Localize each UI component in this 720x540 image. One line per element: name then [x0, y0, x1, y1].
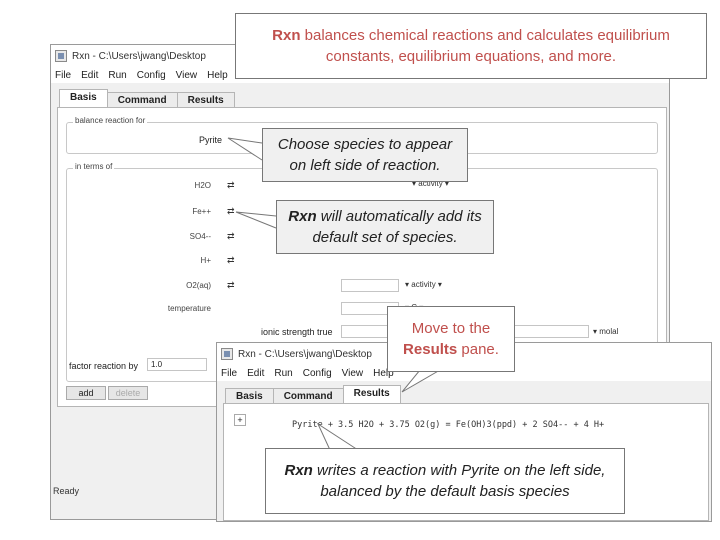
swap-icon[interactable]: ⇄	[227, 180, 235, 191]
callout-choose-species: Choose species to appear on left side of…	[262, 128, 468, 182]
temperature-label: temperature	[167, 304, 211, 313]
add-button[interactable]: add	[66, 386, 106, 400]
callout-default-species: Rxn will automatically add its default s…	[276, 200, 494, 254]
swap-icon[interactable]: ⇄	[227, 280, 235, 291]
menu-file[interactable]: File	[221, 368, 237, 379]
tab-command[interactable]: Command	[272, 388, 344, 403]
ionic-strength-label: ionic strength true	[261, 327, 333, 337]
menu-edit[interactable]: Edit	[247, 368, 264, 379]
menu-help[interactable]: Help	[207, 70, 228, 81]
menu-config[interactable]: Config	[303, 368, 332, 379]
callout-intro: Rxn balances chemical reactions and calc…	[235, 13, 707, 79]
ionic-strength-unit[interactable]: ▾ molal	[593, 327, 618, 336]
menu-view[interactable]: View	[342, 368, 364, 379]
tab-results[interactable]: Results	[342, 385, 401, 403]
factor-label: factor reaction by	[69, 361, 139, 371]
species-label: H+	[200, 256, 211, 265]
window-title: Rxn - C:\Users\jwang\Desktop	[72, 50, 206, 62]
app-icon	[221, 348, 233, 360]
menu-run[interactable]: Run	[108, 70, 126, 81]
menu-run[interactable]: Run	[274, 368, 292, 379]
factor-field[interactable]: 1.0	[147, 358, 207, 371]
value-field[interactable]	[341, 279, 399, 292]
balance-group-label: balance reaction for	[73, 116, 148, 125]
species-label: H2O	[194, 181, 211, 190]
tab-strip: Basis Command Results	[225, 385, 401, 403]
species-label: O2(aq)	[186, 281, 211, 290]
tab-basis[interactable]: Basis	[225, 388, 274, 403]
swap-icon[interactable]: ⇄	[227, 255, 235, 266]
menu-file[interactable]: File	[55, 70, 71, 81]
tab-basis[interactable]: Basis	[59, 89, 108, 107]
reaction-text: Pyrite + 3.5 H2O + 3.75 O2(g) = Fe(OH)3(…	[292, 420, 605, 430]
unit-dropdown[interactable]: ▾ activity ▾	[405, 280, 442, 289]
tab-results[interactable]: Results	[176, 92, 235, 107]
expand-icon[interactable]: +	[234, 414, 246, 426]
status-text: Ready	[53, 486, 80, 496]
tab-command[interactable]: Command	[106, 92, 178, 107]
app-icon	[55, 50, 67, 62]
menu-edit[interactable]: Edit	[81, 70, 98, 81]
tab-strip: Basis Command Results	[59, 89, 235, 107]
window-title: Rxn - C:\Users\jwang\Desktop	[238, 348, 372, 360]
delete-button[interactable]: delete	[108, 386, 148, 400]
species-label: Fe++	[192, 207, 211, 216]
callout-writes-reaction: Rxn writes a reaction with Pyrite on the…	[265, 448, 625, 514]
swap-icon[interactable]: ⇄	[227, 206, 235, 217]
swap-icon[interactable]: ⇄	[227, 231, 235, 242]
menu-view[interactable]: View	[176, 70, 198, 81]
callout-results-pane: Move to the Results pane.	[387, 306, 515, 372]
menu-config[interactable]: Config	[137, 70, 166, 81]
target-species-field[interactable]: Pyrite	[199, 135, 222, 145]
species-label: SO4--	[189, 232, 211, 241]
in-terms-of-label: in terms of	[73, 162, 115, 171]
